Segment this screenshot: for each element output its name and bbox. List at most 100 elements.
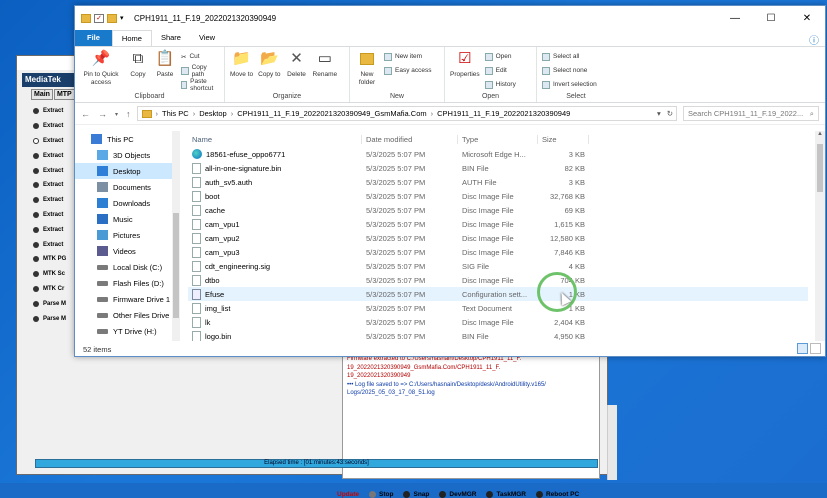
address-bar[interactable]: › This PC › Desktop › CPH1911_11_F.19_2022021… — [136, 106, 677, 121]
refresh-icon[interactable]: ↻ — [667, 109, 673, 118]
rename-button[interactable]: ▭ Rename — [313, 49, 338, 93]
sidebar-item[interactable]: 3D Objects — [75, 147, 172, 163]
navigation-pane-scrollbar[interactable] — [172, 131, 180, 341]
reboot-pc-button[interactable]: Reboot PC — [535, 491, 579, 498]
paste-shortcut-button[interactable]: Paste shortcut — [181, 78, 219, 92]
radio-dot-icon — [33, 315, 39, 322]
invert-selection-button[interactable]: Invert selection — [542, 79, 597, 90]
back-arrow-icon[interactable]: ← — [81, 109, 90, 119]
close-icon[interactable]: ✕ — [789, 13, 825, 24]
details-view-icon[interactable] — [797, 343, 808, 354]
sidebar-item[interactable]: Videos — [75, 243, 172, 259]
file-row[interactable]: img_list 5/3/2025 5:07 PM Text Document 1 K… — [188, 301, 808, 315]
sidebar-item[interactable]: Local Disk (C:) — [75, 259, 172, 275]
customize-dropdown-icon[interactable]: ▾ — [120, 14, 126, 23]
cut-button[interactable]: ✂ Cut — [181, 51, 219, 62]
search-input[interactable]: Search CPH1911_11_F.19_2022... ⌕ — [683, 106, 819, 121]
sidebar-item[interactable]: Firmware Drive 1 — [75, 291, 172, 307]
new-folder-button[interactable]: New folder — [355, 49, 379, 93]
help-icon[interactable]: ⓘ — [803, 30, 825, 47]
stop-button[interactable]: Stop — [369, 491, 393, 498]
select-all-button[interactable]: Select all — [542, 51, 597, 62]
column-header-date-modified[interactable]: Date modified — [362, 134, 458, 144]
copy-button[interactable]: ⧉ Copy — [127, 49, 149, 93]
log-line: Logs/2025_05_03_17_08_51.log — [347, 390, 435, 396]
update-button[interactable]: Update — [337, 491, 359, 498]
navigation-pane-scroll-thumb[interactable] — [173, 213, 179, 318]
edit-button[interactable]: Edit — [484, 65, 516, 76]
large-icons-view-icon[interactable] — [810, 343, 821, 354]
file-row[interactable]: cam_vpu2 5/3/2025 5:07 PM Disc Image File 1… — [188, 231, 808, 245]
sidebar-item[interactable]: Flash Files (D:) — [75, 275, 172, 291]
new-folder-big-icon — [356, 49, 378, 69]
file-row[interactable]: boot 5/3/2025 5:07 PM Disc Image File 32,76… — [188, 189, 808, 203]
file-name-cell: boot — [188, 190, 362, 202]
tab-home[interactable]: Home — [111, 30, 152, 46]
radio-label: Extract — [43, 108, 64, 115]
file-row[interactable]: cdt_engineering.sig 5/3/2025 5:07 PM SIG F… — [188, 259, 808, 273]
tab-mtp[interactable]: MTP — [53, 89, 75, 100]
delete-button[interactable]: ✕ Delete — [286, 49, 308, 93]
sidebar-item[interactable]: Other Files Drive — [75, 307, 172, 323]
tab-share[interactable]: Share — [152, 30, 190, 46]
history-button[interactable]: History — [484, 79, 516, 90]
recent-locations-icon[interactable]: ▾ — [115, 111, 118, 119]
easy-access-button[interactable]: Easy access — [384, 65, 432, 76]
sidebar-item-label: 3D Objects — [113, 150, 151, 160]
pin-quick-access-button[interactable]: 📌 Pin to Quick access — [80, 49, 122, 93]
properties-button[interactable]: ☑ Properties — [450, 49, 480, 93]
column-header-size[interactable]: Size — [538, 134, 589, 144]
properties-check-icon[interactable]: ✓ — [94, 13, 104, 23]
file-row[interactable]: 18561-efuse_oppo6771 5/3/2025 5:07 PM Micr… — [188, 147, 808, 161]
tab-main[interactable]: Main — [31, 89, 53, 100]
copy-to-button[interactable]: 📂 Copy to — [258, 49, 280, 93]
sidebar-item[interactable]: This PC — [75, 131, 172, 147]
paste-button[interactable]: 📋 Paste — [154, 49, 176, 93]
new-item-button[interactable]: New item — [384, 51, 432, 62]
file-date: 5/3/2025 5:07 PM — [366, 331, 426, 341]
copy-path-button[interactable]: Copy path — [181, 64, 219, 78]
file-row[interactable]: Efuse 5/3/2025 5:07 PM Configuration sett.… — [188, 287, 808, 301]
window-title: CPH1911_11_F.19_2022021320390949 — [134, 13, 277, 23]
sidebar-item[interactable]: YT Drive (H:) — [75, 323, 172, 339]
file-list-scroll-thumb[interactable] — [817, 144, 823, 192]
sidebar-item[interactable]: Music — [75, 211, 172, 227]
file-list-scrollbar[interactable]: ▲ — [815, 131, 825, 341]
tab-file[interactable]: File — [75, 30, 112, 46]
file-row[interactable]: dtbo 5/3/2025 5:07 PM Disc Image File 704 K… — [188, 273, 808, 287]
open-button[interactable]: Open — [484, 51, 516, 62]
log-scrollbar[interactable] — [607, 405, 617, 480]
sidebar-item[interactable]: Pictures — [75, 227, 172, 243]
breadcrumb-item[interactable]: Desktop — [199, 109, 227, 118]
devmgr-button[interactable]: DevMGR — [439, 491, 476, 498]
new-folder-icon[interactable] — [107, 13, 117, 23]
sidebar-item[interactable]: Downloads — [75, 195, 172, 211]
snap-button[interactable]: Snap — [403, 491, 429, 498]
sidebar-item[interactable]: Documents — [75, 179, 172, 195]
address-dropdown-icon[interactable]: ▾ — [657, 109, 661, 118]
breadcrumb-item[interactable]: CPH1911_11_F.19_2022021320390949 — [437, 109, 570, 118]
file-row[interactable]: lk 5/3/2025 5:07 PM Disc Image File 2,404 K… — [188, 315, 808, 329]
select-none-button[interactable]: Select none — [542, 65, 597, 76]
tab-view[interactable]: View — [190, 30, 224, 46]
sidebar-item[interactable]: Desktop — [75, 163, 172, 179]
forward-arrow-icon[interactable]: → — [98, 109, 107, 119]
column-header-name[interactable]: Name — [188, 134, 362, 144]
file-row[interactable]: all-in-one-signature.bin 5/3/2025 5:07 PM… — [188, 161, 808, 175]
file-row[interactable]: cam_vpu3 5/3/2025 5:07 PM Disc Image File 7… — [188, 245, 808, 259]
up-arrow-icon[interactable]: ↑ — [126, 109, 131, 119]
maximize-icon[interactable]: ☐ — [753, 13, 789, 24]
move-to-button[interactable]: 📁 Move to — [230, 49, 253, 93]
taskmgr-button[interactable]: TaskMGR — [486, 491, 526, 498]
scroll-up-icon[interactable]: ▲ — [815, 131, 825, 141]
column-header-type[interactable]: Type — [458, 134, 538, 144]
file-name: all-in-one-signature.bin — [205, 163, 282, 173]
file-row[interactable]: cache 5/3/2025 5:07 PM Disc Image File 69 K… — [188, 203, 808, 217]
file-row[interactable]: logo.bin 5/3/2025 5:07 PM BIN File 4,950 KB — [188, 329, 808, 341]
file-row[interactable]: auth_sv5.auth 5/3/2025 5:07 PM AUTH File 3 … — [188, 175, 808, 189]
breadcrumb-item[interactable]: This PC — [162, 109, 189, 118]
file-row[interactable]: cam_vpu1 5/3/2025 5:07 PM Disc Image File 1… — [188, 217, 808, 231]
file-date: 5/3/2025 5:07 PM — [366, 177, 426, 187]
breadcrumb-item[interactable]: CPH1911_11_F.19_2022021320390949_GsmMafi… — [237, 109, 426, 118]
minimize-icon[interactable]: — — [717, 13, 753, 24]
